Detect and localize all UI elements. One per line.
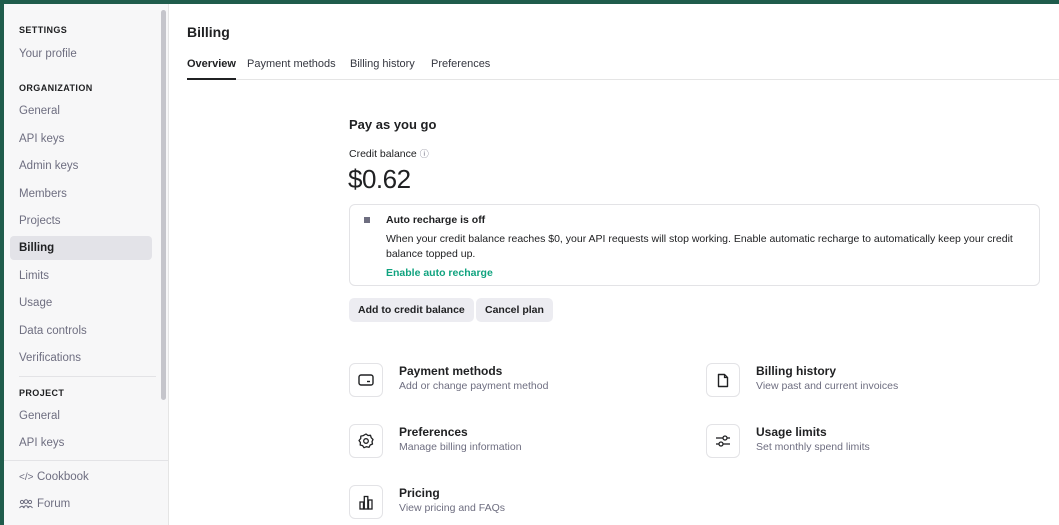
payment-methods-card[interactable]: Payment methods Add or change payment me…: [349, 363, 669, 403]
sidebar-item-limits[interactable]: Limits: [10, 264, 152, 288]
sidebar-footer: [4, 460, 168, 461]
sidebar-item-api-keys[interactable]: API keys: [10, 127, 152, 151]
preferences-card[interactable]: Preferences Manage billing information: [349, 424, 669, 464]
card-title: Payment methods: [399, 364, 503, 378]
main-content: Billing Overview Payment methods Billing…: [169, 4, 1059, 525]
auto-recharge-notice: Auto recharge is off When your credit ba…: [349, 204, 1040, 286]
card-description: View pricing and FAQs: [399, 502, 506, 514]
tab-bar: Overview Payment methods Billing history…: [187, 58, 1059, 80]
tab-overview[interactable]: Overview: [187, 58, 236, 80]
tab-preferences[interactable]: Preferences: [431, 58, 490, 80]
settings-section-header: SETTINGS: [19, 25, 68, 35]
pricing-card[interactable]: Pricing View pricing and FAQs: [349, 485, 669, 525]
sidebar-item-your-profile[interactable]: Your profile: [10, 42, 152, 66]
plan-title: Pay as you go: [349, 117, 437, 132]
status-square-icon: [364, 217, 370, 223]
credit-balance-text: Credit balance: [349, 148, 417, 160]
notice-title: Auto recharge is off: [386, 214, 486, 226]
card-title: Preferences: [399, 425, 468, 439]
credit-card-icon: [349, 363, 383, 397]
app-window: SETTINGS Your profile ORGANIZATION Gener…: [4, 4, 1059, 525]
tab-payment-methods[interactable]: Payment methods: [247, 58, 336, 80]
sidebar-item-members[interactable]: Members: [10, 182, 152, 206]
sidebar-item-general[interactable]: General: [10, 99, 152, 123]
sidebar-item-project-api-keys[interactable]: API keys: [10, 431, 152, 455]
document-icon: [706, 363, 740, 397]
sidebar-item-projects[interactable]: Projects: [10, 209, 152, 233]
organization-section-header: ORGANIZATION: [19, 83, 93, 93]
card-description: View past and current invoices: [756, 380, 899, 392]
sidebar: SETTINGS Your profile ORGANIZATION Gener…: [4, 4, 169, 525]
code-icon: </>: [19, 472, 34, 483]
bar-chart-icon: [349, 485, 383, 519]
card-description: Manage billing information: [399, 441, 522, 453]
sidebar-item-project-general[interactable]: General: [10, 404, 152, 428]
notice-body: When your credit balance reaches $0, you…: [386, 233, 1013, 260]
cookbook-label: Cookbook: [37, 471, 89, 483]
tab-billing-history[interactable]: Billing history: [350, 58, 415, 80]
sidebar-item-admin-keys[interactable]: Admin keys: [10, 154, 152, 178]
billing-history-card[interactable]: Billing history View past and current in…: [706, 363, 1026, 403]
page-title: Billing: [187, 24, 230, 40]
card-description: Set monthly spend limits: [756, 441, 870, 453]
credit-balance-value: $0.62: [348, 164, 411, 194]
sidebar-item-verifications[interactable]: Verifications: [10, 346, 152, 370]
sidebar-item-usage[interactable]: Usage: [10, 291, 152, 315]
cookbook-link[interactable]: </> Cookbook: [19, 471, 89, 483]
people-icon: [19, 499, 37, 509]
info-icon[interactable]: ⓘ: [420, 147, 429, 160]
credit-balance-label: Credit balance ⓘ: [349, 147, 429, 160]
sliders-icon: [706, 424, 740, 458]
forum-link[interactable]: Forum: [19, 498, 70, 510]
sidebar-divider: [19, 376, 156, 377]
gear-icon: [349, 424, 383, 458]
card-title: Usage limits: [756, 425, 827, 439]
cancel-plan-button[interactable]: Cancel plan: [476, 298, 553, 322]
sidebar-item-data-controls[interactable]: Data controls: [10, 319, 152, 343]
enable-auto-recharge-link[interactable]: Enable auto recharge: [386, 267, 493, 279]
project-section-header: PROJECT: [19, 388, 65, 398]
card-title: Billing history: [756, 364, 837, 378]
sidebar-item-billing[interactable]: Billing: [10, 236, 152, 260]
add-credit-button[interactable]: Add to credit balance: [349, 298, 474, 322]
forum-label: Forum: [37, 498, 71, 510]
usage-limits-card[interactable]: Usage limits Set monthly spend limits: [706, 424, 1026, 464]
card-title: Pricing: [399, 486, 440, 500]
sidebar-scrollbar[interactable]: [161, 10, 166, 400]
card-description: Add or change payment method: [399, 380, 549, 392]
